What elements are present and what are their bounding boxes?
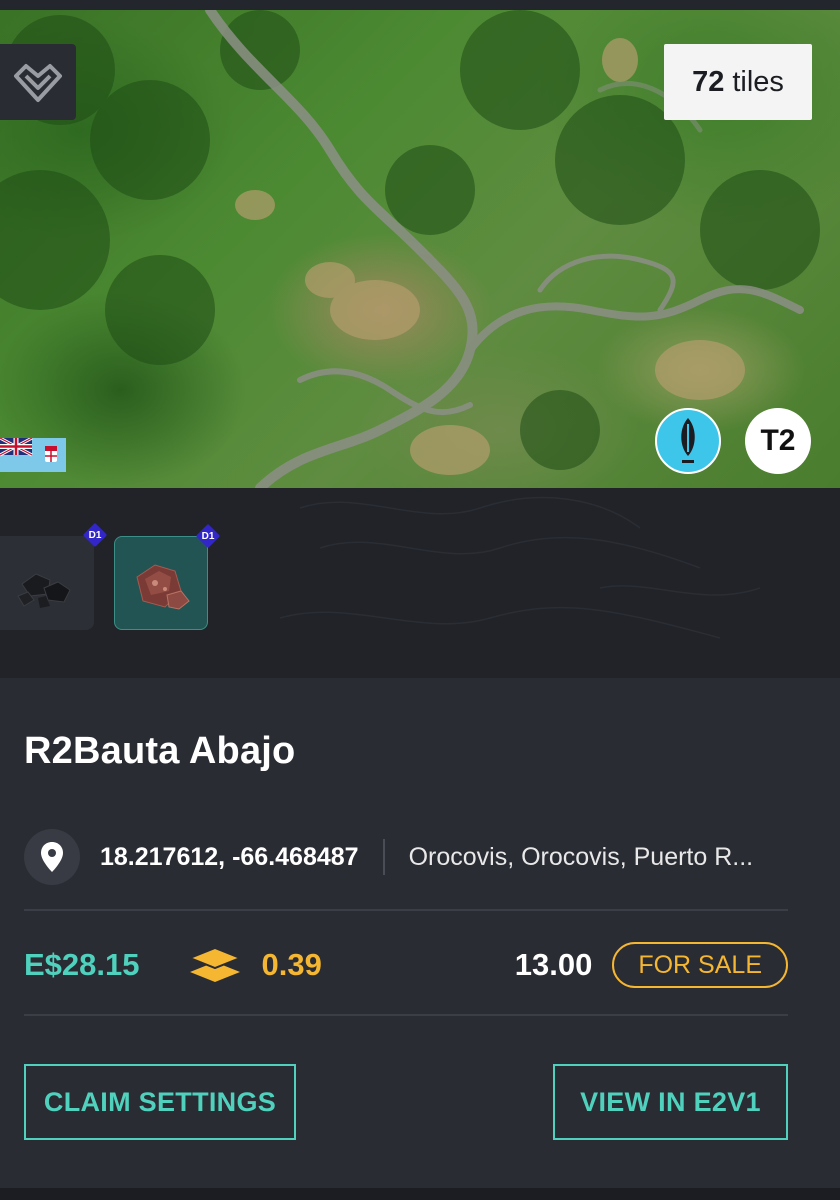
sale-price: 13.00 <box>514 947 593 982</box>
address: Orocovis, Orocovis, Puerto R... <box>408 842 754 871</box>
bottom-strip <box>0 1188 840 1200</box>
for-sale-badge[interactable]: FOR SALE <box>612 942 788 988</box>
tier-label: T2 <box>760 424 796 457</box>
property-price: E$28.15 <box>24 947 140 982</box>
location-pin-icon[interactable] <box>24 829 80 885</box>
top-strip <box>0 0 840 10</box>
coal-resource-icon <box>17 573 71 608</box>
price-row: E$28.15 0.39 13.00 FOR SALE <box>24 940 788 990</box>
logo-icon <box>14 64 62 102</box>
app-logo[interactable] <box>0 44 76 120</box>
view-in-e2v1-button[interactable]: VIEW IN E2V1 <box>553 1064 788 1140</box>
divider <box>382 839 385 875</box>
tiles-count: 72 <box>692 65 725 98</box>
surf-category-button[interactable] <box>655 408 721 474</box>
location-row: 18.217612, -66.468487 Orocovis, Orocovis… <box>24 828 788 886</box>
divider <box>24 1014 788 1016</box>
claim-settings-button[interactable]: CLAIM SETTINGS <box>24 1064 296 1140</box>
tier-badge[interactable]: T2 <box>745 408 811 474</box>
yield-value: 0.39 <box>261 947 322 982</box>
resource-coal[interactable]: D1 <box>0 530 101 630</box>
resource-ore[interactable]: D1 <box>114 531 214 630</box>
property-info-panel: R2Bauta Abajo 18.217612, -66.468487 Oroc… <box>0 678 840 1188</box>
resource-tier-badge: D1 <box>84 524 106 546</box>
flag-icon <box>0 438 66 472</box>
satellite-map[interactable]: 72 tiles T2 <box>0 10 840 488</box>
tiles-count-badge: 72 tiles <box>664 44 812 120</box>
divider <box>24 909 788 911</box>
resources-strip: D1 D1 <box>0 488 840 678</box>
property-title: R2Bauta Abajo <box>24 730 296 772</box>
ore-resource-icon <box>136 564 190 610</box>
tiles-unit: tiles <box>732 65 784 98</box>
surfboard-icon <box>681 418 695 463</box>
layers-icon <box>187 946 242 984</box>
coordinates: 18.217612, -66.468487 <box>100 842 359 871</box>
resource-tier-badge: D1 <box>197 525 219 547</box>
